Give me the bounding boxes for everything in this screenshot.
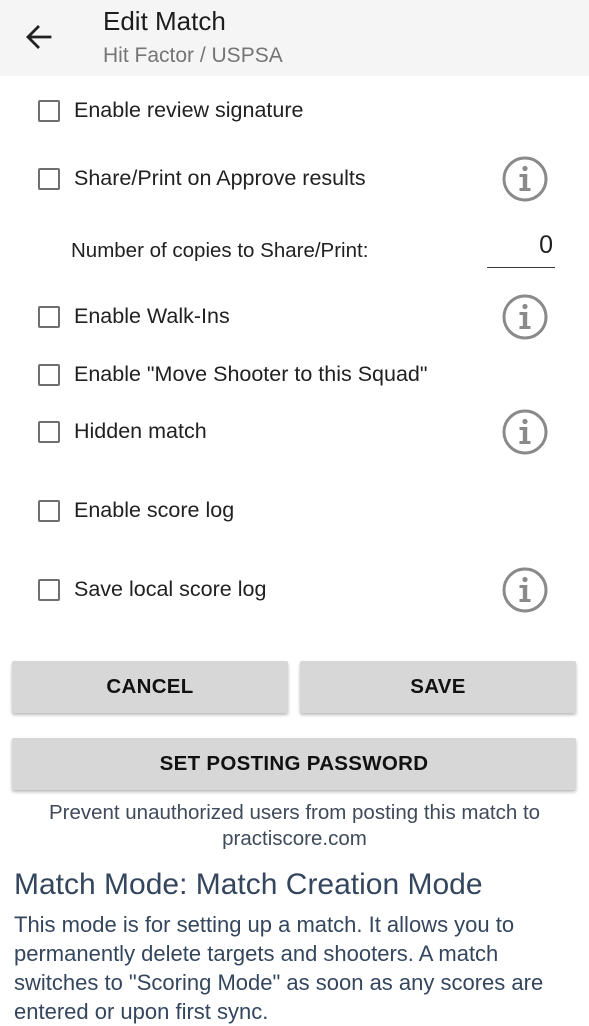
checkbox[interactable] xyxy=(38,168,60,190)
option-label: Save local score log xyxy=(74,577,267,601)
posting-note: Prevent unauthorized users from posting … xyxy=(48,801,541,850)
save-button[interactable]: SAVE xyxy=(300,661,576,713)
option-enable-score-log[interactable]: Enable score log xyxy=(0,493,589,533)
back-button[interactable] xyxy=(22,20,56,54)
info-icon xyxy=(502,294,548,340)
info-button[interactable] xyxy=(501,566,549,614)
checkbox[interactable] xyxy=(38,500,60,522)
copies-input[interactable] xyxy=(487,228,555,268)
info-icon xyxy=(502,409,548,455)
page-subtitle: Hit Factor / USPSA xyxy=(103,44,283,67)
option-label: Hidden match xyxy=(74,419,207,443)
option-label: Enable Walk-Ins xyxy=(74,304,230,328)
info-icon xyxy=(502,567,548,613)
match-mode-description: This mode is for setting up a match. It … xyxy=(14,912,544,1024)
option-label: Enable review signature xyxy=(74,98,304,122)
option-enable-review-signature[interactable]: Enable review signature xyxy=(0,93,589,133)
checkbox[interactable] xyxy=(38,579,60,601)
set-posting-password-button[interactable]: SET POSTING PASSWORD xyxy=(12,738,576,790)
checkbox[interactable] xyxy=(38,364,60,386)
arrow-left-icon xyxy=(26,25,52,49)
option-move-shooter-to-squad[interactable]: Enable "Move Shooter to this Squad" xyxy=(0,357,589,397)
checkbox[interactable] xyxy=(38,421,60,443)
checkbox[interactable] xyxy=(38,306,60,328)
option-label: Share/Print on Approve results xyxy=(74,166,366,190)
option-label: Enable score log xyxy=(74,498,235,522)
match-mode-title: Match Mode: Match Creation Mode xyxy=(14,868,483,901)
cancel-button[interactable]: CANCEL xyxy=(12,661,288,713)
app-bar: Edit Match Hit Factor / USPSA xyxy=(0,0,589,76)
info-button[interactable] xyxy=(501,408,549,456)
info-icon xyxy=(502,156,548,202)
checkbox[interactable] xyxy=(38,100,60,122)
info-button[interactable] xyxy=(501,293,549,341)
page-title: Edit Match xyxy=(103,6,226,36)
info-button[interactable] xyxy=(501,155,549,203)
option-label: Enable "Move Shooter to this Squad" xyxy=(74,362,428,386)
copies-label: Number of copies to Share/Print: xyxy=(71,239,369,262)
